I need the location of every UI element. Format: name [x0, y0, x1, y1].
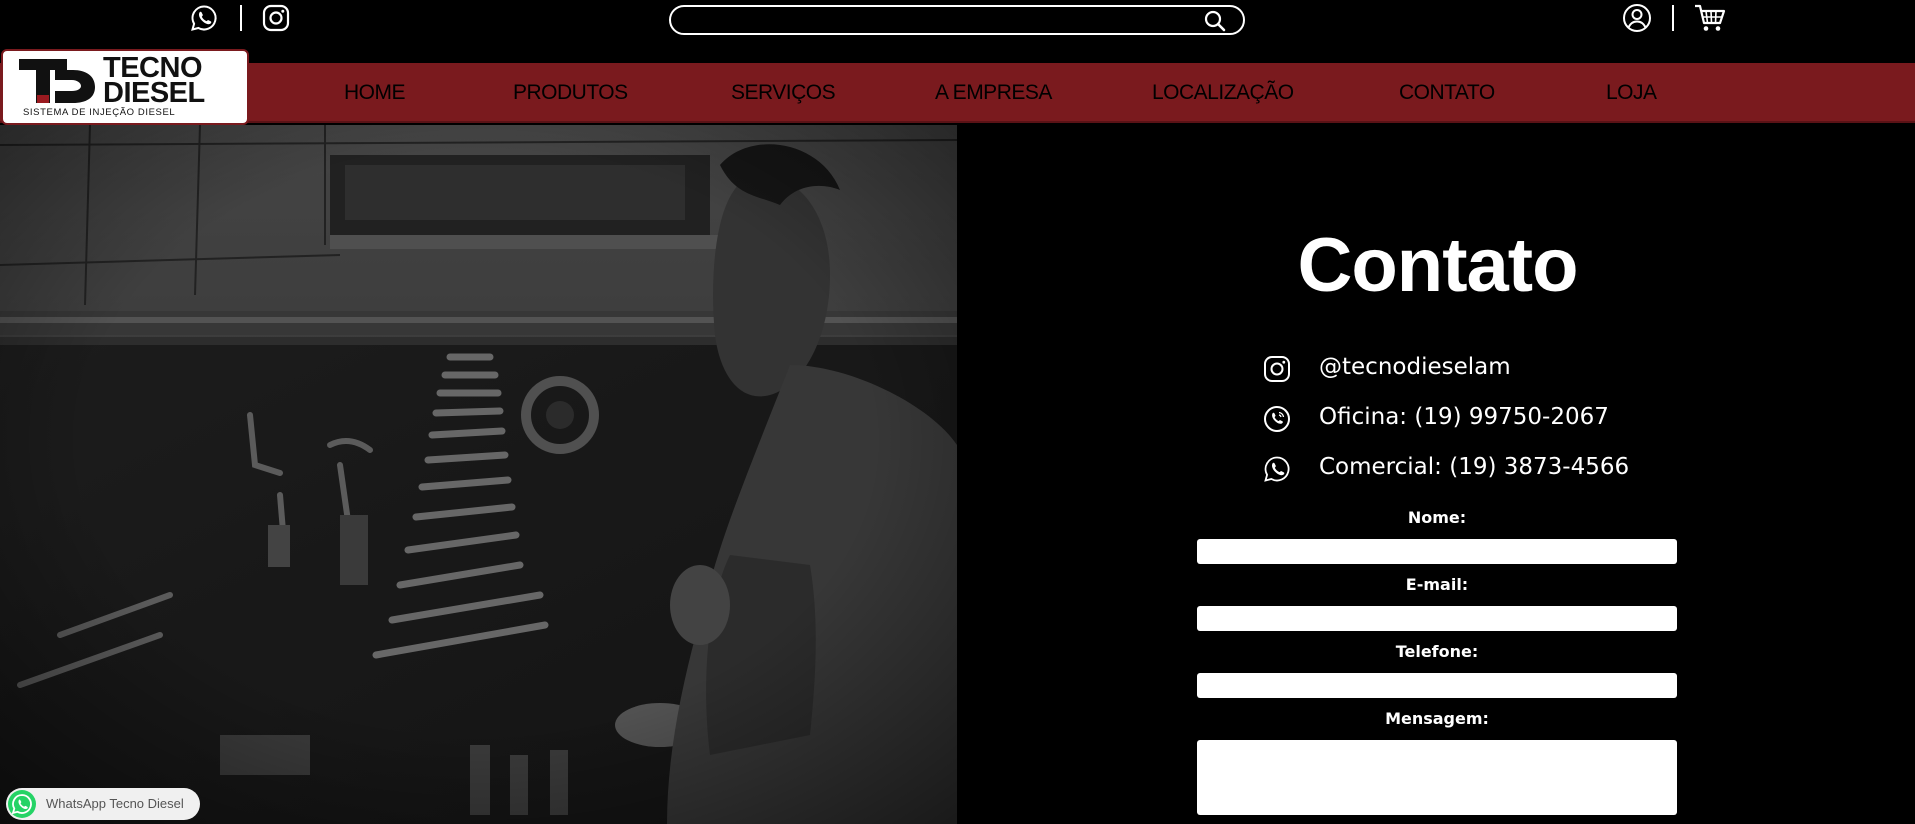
- mensagem-field[interactable]: [1197, 740, 1677, 815]
- whatsapp-badge-label: WhatsApp Tecno Diesel: [46, 796, 184, 811]
- whatsapp-floating-button[interactable]: WhatsApp Tecno Diesel: [6, 788, 200, 820]
- nav-item-a-empresa[interactable]: A EMPRESA: [935, 81, 1052, 105]
- logo-tagline: SISTEMA DE INJEÇÃO DIESEL: [23, 107, 176, 118]
- telefone-label: Telefone:: [1395, 642, 1479, 661]
- telefone-field[interactable]: [1197, 673, 1677, 698]
- main-nav: HOME PRODUTOS SERVIÇOS A EMPRESA LOCALIZ…: [0, 63, 1915, 123]
- whatsapp-badge-circle: [8, 790, 36, 818]
- nav-item-loja[interactable]: LOJA: [1606, 81, 1657, 105]
- contact-title: Contato: [1297, 223, 1578, 308]
- nav-item-localizacao[interactable]: LOCALIZAÇÃO: [1152, 81, 1294, 105]
- mechanic-workbench-image: [0, 125, 957, 824]
- instagram-icon[interactable]: [262, 4, 290, 32]
- nome-field[interactable]: [1197, 539, 1677, 564]
- search-bar: [669, 5, 1245, 35]
- td-logo-mark: [19, 59, 95, 103]
- whatsapp-icon[interactable]: [190, 4, 218, 32]
- top-separator: [1672, 5, 1674, 31]
- nav-item-home[interactable]: HOME: [344, 81, 406, 105]
- instagram-icon: [1264, 356, 1290, 382]
- top-separator: [240, 5, 242, 31]
- whatsapp-icon: [11, 794, 32, 815]
- phone-icon: [1264, 406, 1290, 432]
- mensagem-label: Mensagem:: [1385, 709, 1489, 728]
- workshop-photo: [0, 125, 957, 824]
- instagram-handle: @tecnodieselam: [1319, 354, 1511, 380]
- top-bar: [0, 0, 1915, 63]
- nav-item-produtos[interactable]: PRODUTOS: [513, 81, 628, 105]
- email-field[interactable]: [1197, 606, 1677, 631]
- logo-text-diesel: DIESEL: [103, 77, 205, 109]
- nav-item-contato[interactable]: CONTATO: [1399, 81, 1495, 105]
- whatsapp-icon: [1264, 456, 1290, 482]
- comercial-phone: Comercial: (19) 3873-4566: [1319, 454, 1630, 480]
- site-logo[interactable]: TECNO DIESEL SISTEMA DE INJEÇÃO DIESEL: [1, 49, 249, 125]
- nome-label: Nome:: [1407, 508, 1467, 527]
- search-input[interactable]: [685, 9, 1165, 31]
- user-icon[interactable]: [1622, 3, 1652, 33]
- email-label: E-mail:: [1405, 575, 1469, 594]
- search-icon[interactable]: [1203, 10, 1227, 32]
- nav-item-servicos[interactable]: SERVIÇOS: [731, 81, 836, 105]
- oficina-phone: Oficina: (19) 99750-2067: [1319, 404, 1609, 430]
- cart-icon[interactable]: [1694, 3, 1726, 33]
